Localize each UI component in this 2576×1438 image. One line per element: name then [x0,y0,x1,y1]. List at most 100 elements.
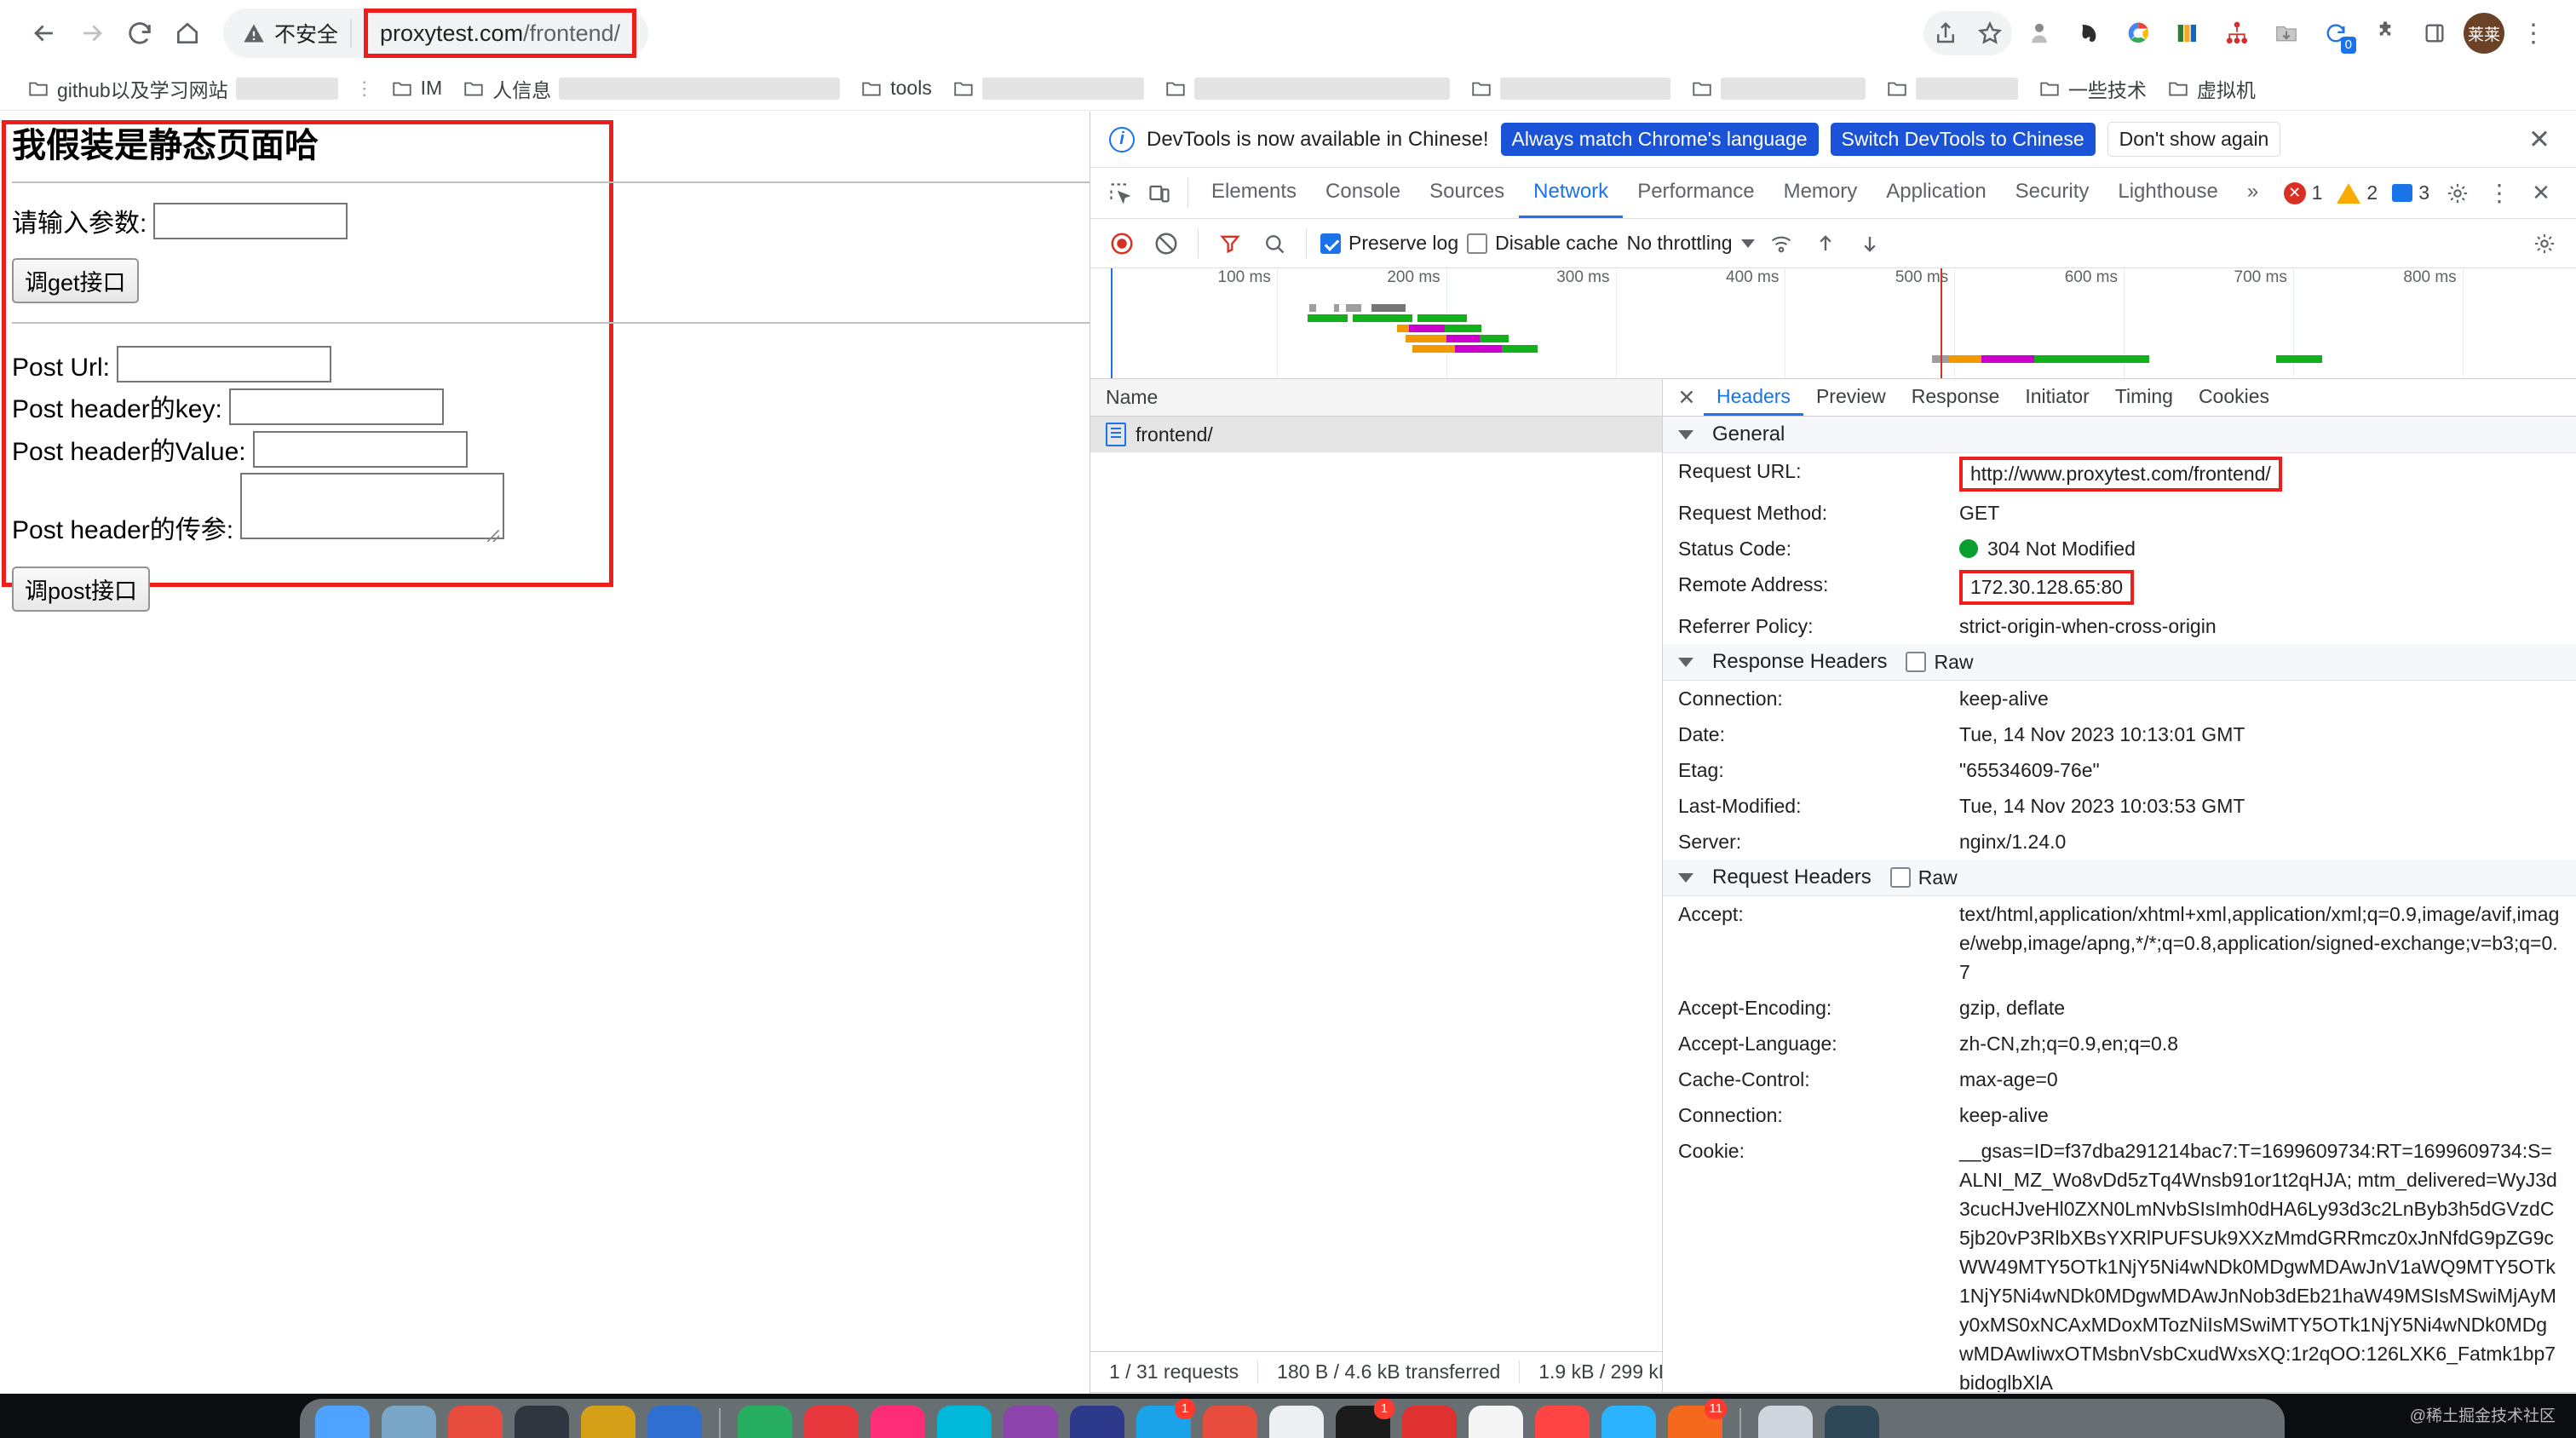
import-har-icon[interactable] [1808,226,1843,262]
error-count[interactable]: ✕ 1 [2278,181,2329,204]
header-value[interactable]: nginx/1.24.0 [1959,827,2561,856]
side-panel-icon[interactable] [2412,11,2457,55]
request-raw-toggle[interactable]: Raw [1890,866,1958,889]
tab-application[interactable]: Application [1872,168,2000,218]
dock-app-icon[interactable] [1070,1406,1124,1438]
download-folder-icon[interactable] [2264,11,2309,55]
dock-app-icon[interactable] [1203,1406,1257,1438]
dock-app-icon[interactable] [1269,1406,1324,1438]
request-list-header[interactable]: Name [1090,379,1662,417]
header-value[interactable]: 304 Not Modified [1959,534,2561,563]
preserve-log-checkbox[interactable]: Preserve log [1320,232,1458,255]
response-raw-toggle[interactable]: Raw [1906,651,1973,674]
detail-tab-timing[interactable]: Timing [2102,379,2186,416]
extensions-puzzle-icon[interactable] [2363,11,2407,55]
close-detail-icon[interactable]: ✕ [1670,379,1704,416]
dont-show-again-button[interactable]: Don't show again [2107,122,2281,157]
back-button[interactable] [20,9,68,57]
header-value[interactable]: keep-alive [1959,684,2561,713]
chrome-menu-icon[interactable]: ⋮ [2511,11,2556,55]
always-match-language-button[interactable]: Always match Chrome's language [1501,123,1819,156]
tab-security[interactable]: Security [2001,168,2104,218]
dock-app-icon[interactable] [937,1406,992,1438]
bookmark-hidden-5[interactable] [1877,73,2027,104]
record-icon[interactable] [1104,226,1140,262]
gear-icon[interactable] [2438,181,2477,205]
share-icon[interactable] [1923,11,1968,55]
dock-app-icon[interactable] [1535,1406,1590,1438]
not-secure-warning-icon[interactable] [242,21,266,45]
header-value[interactable]: "65534609-76e" [1959,756,2561,785]
network-overview-chart[interactable]: 100 ms200 ms300 ms400 ms500 ms600 ms700 … [1090,268,2576,379]
dock-app-icon[interactable]: 1 [1336,1406,1390,1438]
bookmark-hidden-2[interactable] [1156,73,1458,104]
network-settings-gear-icon[interactable] [2527,226,2562,262]
dock-app-icon[interactable] [1003,1406,1058,1438]
close-banner-icon[interactable]: ✕ [2521,124,2557,155]
tab-memory[interactable]: Memory [1769,168,1872,218]
bookmark-hidden-1[interactable] [944,73,1153,104]
bookshelf-icon[interactable] [2165,11,2210,55]
devtools-menu-icon[interactable]: ⋮ [2480,179,2519,207]
bookmark-dots[interactable]: ⋮ [350,78,379,100]
filter-icon[interactable] [1212,226,1248,262]
search-icon[interactable] [1256,226,1292,262]
extension-pocket-icon[interactable] [2017,11,2061,55]
dock-app-icon[interactable] [382,1406,436,1438]
device-toolbar-icon[interactable] [1140,168,1179,218]
param-input[interactable] [153,203,348,239]
bookmark-some-tech[interactable]: 一些技术 [2030,70,2155,107]
dock-app-icon[interactable] [804,1406,859,1438]
dock-app-icon[interactable] [1825,1406,1879,1438]
bookmark-vm[interactable]: 虚拟机 [2159,70,2264,107]
detail-tab-response[interactable]: Response [1899,379,2013,416]
post-header-value-input[interactable] [253,431,468,468]
dock-app-icon[interactable] [1601,1406,1656,1438]
profile-avatar[interactable]: 莱莱 [2462,11,2506,55]
general-section-header[interactable]: General [1663,417,2576,453]
more-tabs-icon[interactable]: » [2233,168,2273,218]
header-value[interactable]: text/html,application/xhtml+xml,applicat… [1959,900,2561,986]
dock-app-icon[interactable] [1469,1406,1523,1438]
tab-sources[interactable]: Sources [1415,168,1519,218]
tab-lighthouse[interactable]: Lighthouse [2103,168,2232,218]
header-value[interactable]: gzip, deflate [1959,993,2561,1022]
header-value[interactable]: http://www.proxytest.com/frontend/ [1959,457,2561,492]
omnibox[interactable]: 不安全 proxytest.com/frontend/ [223,9,648,58]
forward-button[interactable] [68,9,116,57]
headers-body[interactable]: General Request URL:http://www.proxytest… [1663,417,2576,1392]
tab-elements[interactable]: Elements [1197,168,1311,218]
message-count[interactable]: 3 [2386,181,2435,204]
dock-app-icon[interactable] [1402,1406,1457,1438]
sitemap-icon[interactable] [2215,11,2259,55]
dock-app-icon[interactable]: 11 [1668,1406,1722,1438]
response-headers-section-header[interactable]: Response Headers Raw [1663,644,2576,681]
throttling-select[interactable]: No throttling [1627,232,1755,255]
bookmark-github[interactable]: github以及学习网站 [19,70,347,107]
switch-devtools-chinese-button[interactable]: Switch DevTools to Chinese [1831,123,2096,156]
evernote-icon[interactable] [2067,11,2111,55]
header-value[interactable]: Tue, 14 Nov 2023 10:13:01 GMT [1959,720,2561,749]
detail-tab-headers[interactable]: Headers [1704,379,1803,416]
google-colorwheel-icon[interactable] [2116,11,2160,55]
inspect-element-icon[interactable] [1101,168,1140,218]
table-row[interactable]: frontend/ [1090,417,1662,452]
clear-icon[interactable] [1148,226,1184,262]
dock-app-icon[interactable] [1758,1406,1813,1438]
bookmark-im[interactable]: IM [382,72,451,104]
dock-app-icon[interactable] [871,1406,925,1438]
close-devtools-icon[interactable]: ✕ [2521,180,2561,206]
header-value[interactable]: GET [1959,498,2561,527]
post-header-key-input[interactable] [229,388,444,425]
header-value[interactable]: Tue, 14 Nov 2023 10:03:53 GMT [1959,791,2561,820]
refresh-counter-icon[interactable]: 0 [2314,11,2358,55]
dock-app-icon[interactable] [515,1406,569,1438]
header-value[interactable]: zh-CN,zh;q=0.9,en;q=0.8 [1959,1029,2561,1058]
bookmark-star-icon[interactable] [1968,11,2012,55]
tab-console[interactable]: Console [1311,168,1415,218]
dock-app-icon[interactable] [448,1406,503,1438]
url-highlight-box[interactable]: proxytest.com/frontend/ [364,9,636,58]
tab-performance[interactable]: Performance [1623,168,1768,218]
bookmark-hidden-3[interactable] [1462,73,1679,104]
header-value[interactable]: max-age=0 [1959,1065,2561,1094]
